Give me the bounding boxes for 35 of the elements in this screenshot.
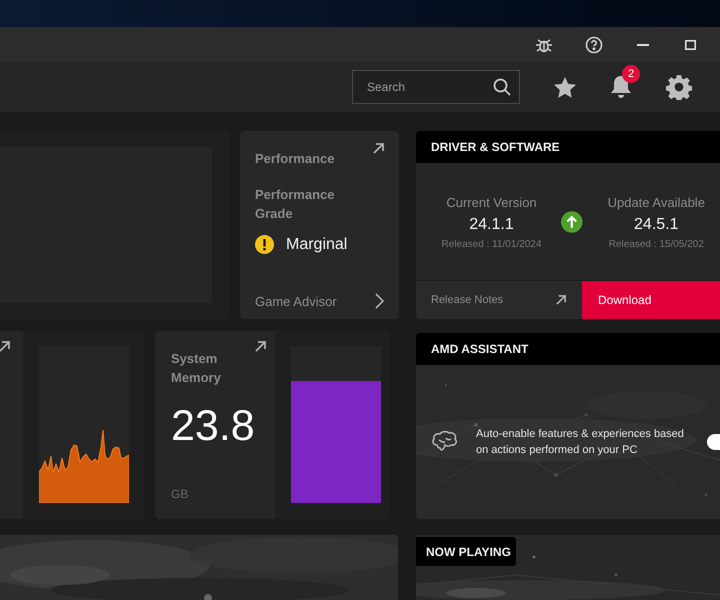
star-icon[interactable] [554, 76, 576, 98]
game-advisor-link[interactable]: Game Advisor [255, 292, 337, 311]
assistant-description: Auto-enable features & experiences based on actions performed on your PC [476, 427, 685, 458]
expand-icon[interactable] [373, 143, 384, 154]
help-icon[interactable] [585, 36, 603, 54]
maximize-icon[interactable] [685, 40, 696, 50]
card-title: System Memory [171, 350, 222, 387]
memory-value: 23.8 [171, 401, 256, 451]
notification-badge: 2 [622, 65, 640, 83]
download-button[interactable]: Download [582, 280, 720, 319]
brain-icon [431, 431, 458, 453]
search-field[interactable]: Search [352, 70, 520, 104]
grade-value: Marginal [286, 234, 348, 254]
version-label: Current Version [446, 194, 537, 212]
card-title: NOW PLAYING [426, 544, 511, 560]
version-number: 24.5.1 [634, 214, 679, 235]
bell-icon[interactable] [610, 75, 632, 99]
version-label: Update Available [608, 194, 705, 212]
unit-label: GB [171, 486, 190, 503]
external-link-icon[interactable] [556, 294, 566, 305]
release-date: Released : 11/01/2024 [442, 238, 542, 252]
expand-icon[interactable] [0, 341, 10, 352]
release-notes-label: Release Notes [431, 292, 504, 308]
release-date: Released : 15/05/202 [608, 238, 704, 252]
expand-icon[interactable] [255, 341, 266, 352]
release-notes-link[interactable]: Release Notes [416, 280, 582, 319]
grade-label: Performance Grade [255, 186, 336, 222]
settings-icon[interactable] [666, 74, 692, 100]
search-icon[interactable] [493, 78, 511, 96]
minimize-icon[interactable] [637, 44, 649, 46]
chevron-right-icon[interactable] [375, 293, 384, 310]
card-title: AMD ASSISTANT [431, 341, 528, 358]
card-title: Performance [255, 150, 334, 168]
card-title: DRIVER & SOFTWARE [431, 139, 560, 156]
version-number: 24.1.1 [469, 214, 514, 235]
